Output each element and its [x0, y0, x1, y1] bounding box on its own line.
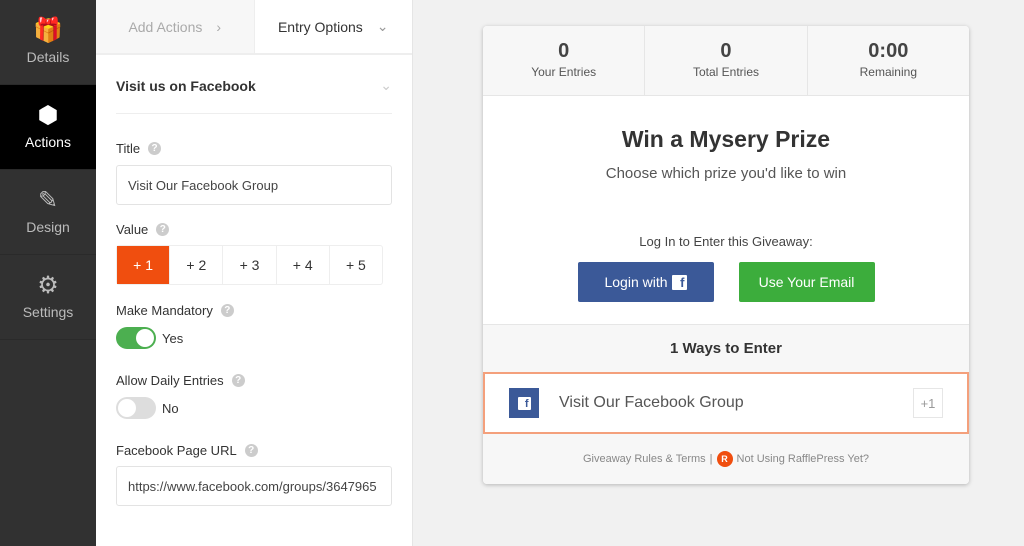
url-label: Facebook Page URL?: [116, 443, 392, 458]
facebook-icon: f: [509, 388, 539, 418]
pencil-ruler-icon: ✎: [37, 187, 59, 214]
title-label: Title?: [116, 141, 392, 156]
giveaway-preview: 0 Your Entries 0 Total Entries 0:00 Remaini…: [483, 26, 969, 484]
stat-label: Your Entries: [531, 65, 597, 79]
ways-to-enter-heading: 1 Ways to Enter: [483, 324, 969, 372]
chevron-down-icon: ⌄: [376, 18, 389, 34]
stat-value: 0: [558, 40, 570, 62]
tab-label: Entry Options: [277, 18, 363, 35]
toggle-state: No: [162, 400, 179, 416]
rafflepress-promo-link[interactable]: Not Using RafflePress Yet?: [737, 453, 869, 465]
label-text: Title: [116, 141, 141, 156]
stat-total-entries: 0 Total Entries: [645, 26, 808, 95]
help-icon[interactable]: ?: [220, 304, 234, 317]
giveaway-subtitle: Choose which prize you'd like to win: [605, 165, 847, 182]
sidebar-item-label: Settings: [22, 304, 74, 320]
mandatory-toggle[interactable]: [116, 327, 156, 349]
login-facebook-button[interactable]: Login with f: [577, 262, 714, 302]
sidebar-item-settings[interactable]: ⚙ Settings: [0, 255, 96, 340]
tab-label: Add Actions: [128, 18, 203, 35]
value-option-3[interactable]: + 3: [223, 246, 277, 284]
stat-value: 0:00: [868, 40, 909, 62]
sidebar-item-details[interactable]: 🎁 Details: [0, 0, 96, 85]
options-panel: Add Actions › Entry Options ⌄ Visit us on …: [96, 0, 413, 546]
stat-label: Total Entries: [692, 65, 759, 79]
daily-entries-toggle[interactable]: [116, 397, 156, 419]
stat-label: Remaining: [859, 65, 917, 79]
stat-your-entries: 0 Your Entries: [483, 26, 646, 95]
sidebar-item-label: Design: [26, 219, 70, 235]
label-text: Facebook Page URL: [116, 443, 237, 458]
value-option-2[interactable]: + 2: [170, 246, 224, 284]
sidebar-item-label: Details: [26, 49, 70, 65]
value-selector: + 1 + 2 + 3 + 4 + 5: [116, 245, 383, 285]
tab-entry-options[interactable]: Entry Options ⌄: [255, 0, 413, 53]
chevron-right-icon: ›: [216, 18, 222, 35]
value-option-1[interactable]: + 1: [117, 246, 171, 284]
label-text: Allow Daily Entries: [116, 373, 224, 388]
help-icon[interactable]: ?: [244, 444, 258, 457]
giveaway-title: Win a Mysery Prize: [621, 126, 831, 152]
button-label: Login with: [604, 274, 668, 290]
action-header[interactable]: Visit us on Facebook ⌄: [116, 58, 392, 114]
login-email-button[interactable]: Use Your Email: [738, 262, 875, 302]
entry-points-badge: +1: [913, 388, 943, 418]
cubes-icon: ⬢: [37, 102, 59, 129]
gear-icon: ⚙: [37, 272, 59, 299]
gift-icon: 🎁: [33, 17, 63, 44]
tab-add-actions[interactable]: Add Actions ›: [96, 0, 255, 53]
action-title: Visit us on Facebook: [116, 77, 256, 94]
entry-action-facebook[interactable]: f Visit Our Facebook Group +1: [483, 372, 969, 434]
separator: |: [709, 453, 713, 465]
stat-remaining: 0:00 Remaining: [808, 26, 969, 95]
facebook-icon: f: [671, 274, 687, 290]
login-prompt: Log In to Enter this Giveaway:: [639, 234, 813, 249]
label-text: Make Mandatory: [116, 303, 213, 318]
sidebar-item-design[interactable]: ✎ Design: [0, 170, 96, 255]
help-icon[interactable]: ?: [156, 223, 170, 236]
title-input[interactable]: Visit Our Facebook Group: [116, 165, 392, 205]
rules-link[interactable]: Giveaway Rules & Terms: [583, 453, 706, 465]
value-label: Value?: [116, 222, 392, 237]
value-option-4[interactable]: + 4: [277, 246, 330, 284]
facebook-url-input[interactable]: https://www.facebook.com/groups/3647965: [116, 466, 392, 506]
daily-entries-label: Allow Daily Entries?: [116, 373, 392, 388]
mandatory-label: Make Mandatory?: [116, 303, 392, 318]
chevron-down-icon: ⌄: [380, 77, 392, 93]
sidebar-item-label: Actions: [25, 134, 71, 150]
toggle-state: Yes: [162, 330, 184, 346]
label-text: Value: [116, 222, 149, 237]
help-icon[interactable]: ?: [231, 374, 245, 387]
entry-label: Visit Our Facebook Group: [559, 394, 744, 411]
help-icon[interactable]: ?: [148, 142, 162, 155]
value-option-5[interactable]: + 5: [330, 246, 382, 284]
sidebar: 🎁 Details ⬢ Actions ✎ Design ⚙ Settings: [0, 0, 96, 546]
rafflepress-logo-icon: R: [716, 451, 733, 467]
sidebar-item-actions[interactable]: ⬢ Actions: [0, 85, 96, 170]
stat-value: 0: [720, 40, 732, 62]
